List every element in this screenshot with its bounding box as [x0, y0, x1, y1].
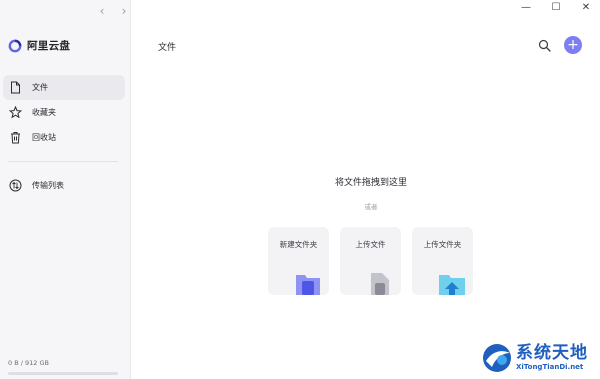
sidebar-item-label: 文件: [32, 83, 48, 92]
card-label: 上传文件夹: [423, 240, 462, 249]
history-nav: ‹ ›: [96, 4, 130, 18]
sidebar-item-label: 传输列表: [32, 181, 64, 190]
drop-zone-title: 将文件拖拽到这里: [334, 178, 407, 188]
sidebar-item-favorites[interactable]: 收藏夹: [3, 100, 125, 125]
drop-zone-or-text: 或者: [364, 203, 378, 211]
maximize-icon[interactable]: ☐: [550, 2, 562, 14]
back-arrow-icon[interactable]: ‹: [96, 4, 108, 18]
forward-arrow-icon[interactable]: ›: [118, 4, 130, 18]
sidebar: ‹ › 阿里云盘 文件 收藏夹 回收站 传输列表 0 B / 912 GB: [0, 0, 131, 379]
watermark-text: 系统天地 XiTongTianDi.net: [516, 343, 588, 372]
watermark: 系统天地 XiTongTianDi.net: [480, 336, 600, 379]
new-folder-icon: [296, 275, 320, 295]
aliyun-drive-logo-icon: [8, 39, 22, 52]
sidebar-divider: [8, 161, 118, 162]
app-name: 阿里云盘: [27, 40, 71, 52]
sidebar-item-label: 回收站: [32, 133, 56, 142]
watermark-cn: 系统天地: [516, 343, 588, 363]
file-icon: [9, 81, 22, 94]
sidebar-item-files[interactable]: 文件: [3, 75, 125, 100]
card-label: 上传文件: [355, 240, 386, 249]
sidebar-item-recycle-bin[interactable]: 回收站: [3, 125, 125, 150]
storage-progress-bar: [8, 372, 118, 375]
star-icon: [9, 106, 22, 119]
watermark-en: XiTongTianDi.net: [516, 363, 584, 371]
xitongtiandi-logo-icon: [483, 343, 511, 372]
upload-file-icon: [371, 273, 389, 295]
page-title: 文件: [158, 43, 177, 53]
close-icon[interactable]: ✕: [580, 2, 592, 14]
upload-folder-button[interactable]: 上传文件夹: [412, 227, 473, 295]
upload-file-button[interactable]: 上传文件: [340, 227, 401, 295]
card-label: 新建文件夹: [279, 240, 318, 249]
upload-folder-icon: [439, 275, 465, 295]
window-controls: — ☐ ✕: [520, 2, 592, 14]
search-icon[interactable]: [538, 39, 551, 52]
transfer-icon: [9, 179, 22, 192]
sidebar-item-transfer-list[interactable]: 传输列表: [3, 173, 125, 198]
trash-icon: [9, 131, 22, 144]
sidebar-item-label: 收藏夹: [32, 108, 56, 117]
app-logo: 阿里云盘: [8, 38, 70, 53]
new-folder-button[interactable]: 新建文件夹: [268, 227, 329, 295]
minimize-icon[interactable]: —: [520, 2, 532, 14]
add-button[interactable]: +: [564, 36, 582, 54]
storage-usage-text: 0 B / 912 GB: [8, 359, 49, 367]
